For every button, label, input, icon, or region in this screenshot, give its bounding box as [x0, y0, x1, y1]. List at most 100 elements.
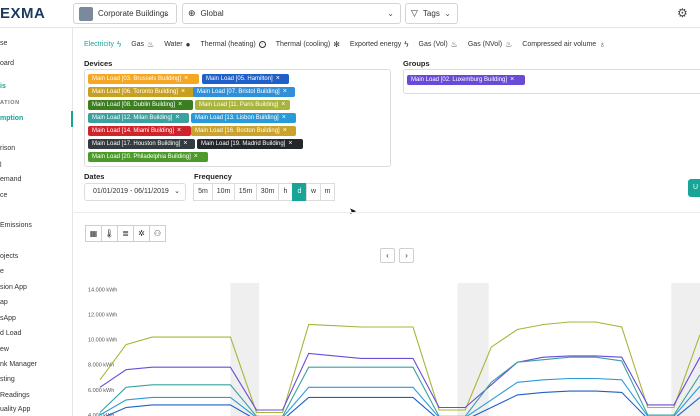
tab-gas[interactable]: Gas ♨ — [131, 40, 154, 49]
sidebar-item[interactable]: ce — [0, 192, 7, 199]
dates-label: Dates — [84, 172, 105, 181]
sidebar-item[interactable]: rison — [0, 145, 15, 152]
sidebar-item[interactable]: d Load — [0, 330, 21, 337]
sidebar-item[interactable]: emand — [0, 176, 21, 183]
gear-icon[interactable]: ⚙ — [677, 6, 688, 20]
sidebar-section-label: ATION — [0, 100, 20, 106]
close-icon[interactable]: × — [194, 152, 198, 162]
sidebar-item[interactable]: e — [0, 268, 4, 275]
close-icon[interactable]: × — [178, 100, 182, 110]
sidebar-item[interactable]: uality App — [0, 406, 30, 413]
groups-label: Groups — [403, 59, 430, 68]
chevron-down-icon: ⌄ — [387, 9, 394, 18]
tab-gas-nvol[interactable]: Gas (NVol) ♨ — [468, 40, 512, 49]
tab-water[interactable]: Water ● — [164, 40, 190, 49]
close-icon[interactable]: × — [276, 74, 280, 84]
close-icon[interactable]: × — [288, 139, 292, 149]
sidebar-item[interactable]: sApp — [0, 315, 16, 322]
close-icon[interactable]: × — [282, 113, 286, 123]
close-icon[interactable]: × — [175, 113, 179, 123]
device-chip[interactable]: Main Load [12. Milan Building] × — [88, 113, 189, 123]
tab-electricity[interactable]: Electricity ϟ — [84, 40, 121, 49]
tab-thermal-cooling[interactable]: Thermal (cooling) ✻ — [276, 40, 340, 49]
sidebar-item[interactable]: sion App — [0, 284, 27, 291]
update-button[interactable]: U — [688, 179, 700, 197]
device-chip-label: Main Load [07. Bristol Building] — [197, 89, 280, 95]
export-icon: ϟ — [404, 40, 409, 49]
sidebar-item[interactable]: ojects — [0, 253, 18, 260]
thermometer-icon: ° — [258, 41, 266, 48]
frequency-option-10m[interactable]: 10m — [212, 183, 235, 201]
groups-multiselect[interactable]: Main Load [02. Luxemburg Building] × — [403, 69, 700, 94]
sidebar-item[interactable]: ew — [0, 346, 9, 353]
frequency-option-d[interactable]: d — [292, 183, 307, 201]
energy-tabs: Electricity ϟ Gas ♨ Water ● Thermal (heatin… — [84, 40, 605, 49]
group-chip[interactable]: Main Load [02. Luxemburg Building] × — [407, 75, 525, 85]
top-bar: EXMA Corporate Buildings ⌄ ⊕ Global ⌄ ▽ … — [0, 0, 700, 28]
frequency-option-w[interactable]: w — [306, 183, 321, 201]
device-chip[interactable]: Main Load [03. Brussels Building] × — [88, 74, 199, 84]
device-chip[interactable]: Main Load [13. Lisbon Building] × — [191, 113, 296, 123]
sidebar-item[interactable]: is — [0, 83, 6, 90]
devices-multiselect[interactable]: Main Load [03. Brussels Building] × Main L… — [84, 69, 391, 167]
tab-thermal-heating[interactable]: Thermal (heating) ° — [200, 41, 266, 48]
close-icon[interactable]: × — [177, 126, 181, 136]
device-chip[interactable]: Main Load [08. Dublin Building] × — [88, 100, 193, 110]
flame-icon: ♨ — [505, 40, 513, 49]
device-chip[interactable]: Main Load [20. Philadelphia Building] × — [88, 152, 208, 162]
device-chip-label: Main Load [19. Madrid Building] — [201, 141, 286, 147]
consumption-chart: 14.000 kWh12.000 kWh10.000 kWh8.000 kWh6… — [88, 283, 700, 416]
bulb-icon: ♁ — [599, 40, 606, 49]
chevron-down-icon: ⌄ — [444, 9, 451, 18]
tab-exported-energy[interactable]: Exported energy ϟ — [350, 40, 409, 49]
tab-compressed-air[interactable]: Compressed air volume ♁ — [522, 40, 605, 49]
logo: EXMA — [0, 5, 46, 22]
device-chip[interactable]: Main Load [11. Paris Building] × — [195, 100, 290, 110]
site-select[interactable]: Corporate Buildings ⌄ — [73, 3, 177, 24]
frequency-option-h[interactable]: h — [278, 183, 293, 201]
people-icon[interactable]: ⚇ — [149, 225, 166, 242]
device-chip[interactable]: Main Load [19. Madrid Building] × — [197, 139, 303, 149]
device-chip[interactable]: Main Load [17. Houston Building] × — [88, 139, 195, 149]
sidebar-item[interactable]: mption — [0, 115, 23, 122]
frequency-option-15m[interactable]: 15m — [234, 183, 257, 201]
frequency-option-5m[interactable]: 5m — [193, 183, 213, 201]
device-chip-label: Main Load [06. Toronto Building] — [92, 89, 178, 95]
snowflake-icon: ✻ — [333, 40, 340, 49]
tags-filter[interactable]: ▽ Tags ⌄ — [405, 3, 458, 24]
close-icon[interactable]: × — [183, 139, 187, 149]
degree-days-icon[interactable]: ≣ — [117, 225, 134, 242]
frequency-option-m[interactable]: m — [320, 183, 335, 201]
device-chip[interactable]: Main Load [07. Bristol Building] × — [193, 87, 295, 97]
scope-select[interactable]: ⊕ Global ⌄ — [182, 3, 401, 24]
settings-temp-icon[interactable]: ✲ — [133, 225, 150, 242]
close-icon[interactable]: × — [510, 75, 514, 85]
sidebar-item[interactable]: sting — [0, 376, 15, 383]
device-chip[interactable]: Main Load [06. Toronto Building] × — [88, 87, 196, 97]
device-chip[interactable]: Main Load [05. Hamilton] × — [202, 74, 289, 84]
sidebar-item[interactable]: nk Manager — [0, 361, 37, 368]
table-icon[interactable]: ▦ — [85, 225, 102, 242]
device-chip[interactable]: Main Load [16. Boston Building] × — [191, 126, 296, 136]
tags-label: Tags — [422, 9, 440, 18]
sidebar-item[interactable]: Readings — [0, 392, 30, 399]
prev-period-button[interactable]: ‹ — [380, 248, 395, 263]
tab-gas-vol[interactable]: Gas (Vol) ♨ — [419, 40, 458, 49]
series-line-4 — [105, 390, 700, 416]
date-range-picker[interactable]: 01/01/2019 - 06/11/2019 ⌄ — [84, 183, 186, 201]
sidebar-item[interactable]: se — [0, 40, 7, 47]
devices-label: Devices — [84, 59, 113, 68]
close-icon[interactable]: × — [283, 87, 287, 97]
next-period-button[interactable]: › — [399, 248, 414, 263]
sidebar-item[interactable]: ap — [0, 299, 8, 306]
thermometer-icon[interactable]: 🌡 — [101, 225, 118, 242]
close-icon[interactable]: × — [184, 74, 188, 84]
frequency-option-30m[interactable]: 30m — [256, 183, 279, 201]
close-icon[interactable]: × — [283, 126, 287, 136]
sidebar-item[interactable]: oard — [0, 60, 14, 67]
close-icon[interactable]: × — [281, 100, 285, 110]
close-icon[interactable]: × — [181, 87, 185, 97]
sidebar-item[interactable]: l — [0, 162, 2, 169]
device-chip[interactable]: Main Load [14. Miami Building] × — [88, 126, 191, 136]
sidebar-item[interactable]: Emissions — [0, 222, 32, 229]
